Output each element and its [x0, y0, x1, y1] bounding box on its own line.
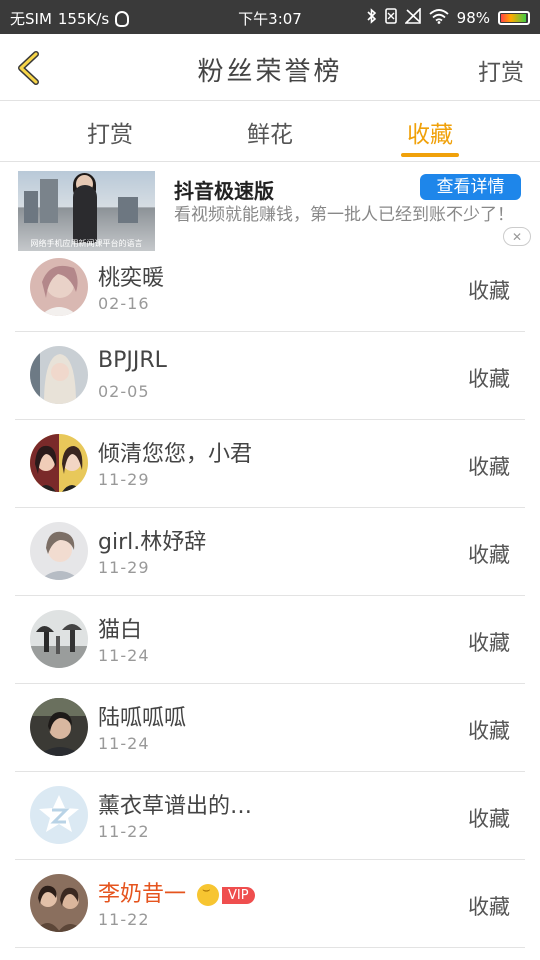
list-item[interactable]: 桃奕暖 02-16 收藏	[0, 244, 540, 332]
tip-button[interactable]: 打赏	[478, 53, 524, 87]
battery-icon	[498, 11, 530, 25]
tab-favorites[interactable]: 收藏	[370, 115, 490, 149]
ad-thumbnail[interactable]: 网络手机应用新闻课平台的语言	[18, 171, 155, 251]
fan-name: BPJJRL	[98, 348, 167, 373]
fan-name: 倾清您您，小君	[98, 442, 253, 467]
ad-banner[interactable]: 网络手机应用新闻课平台的语言 抖音极速版 看视频就能赚钱，第一批人已经到账不少了…	[0, 162, 540, 252]
favorite-label: 收藏	[468, 279, 510, 303]
no-sim-icon	[384, 8, 397, 28]
avatar[interactable]	[30, 346, 88, 404]
tab-bar: 打赏 鲜花 收藏	[0, 101, 540, 162]
fan-date: 02-16	[98, 294, 150, 313]
fan-name: 桃奕暖	[98, 266, 165, 291]
favorite-label: 收藏	[468, 367, 510, 391]
fan-list: 桃奕暖 02-16 收藏 BPJJRL 02-05 收藏 倾清您您，小君 11-…	[0, 244, 540, 948]
fan-date: 11-22	[98, 822, 150, 841]
tab-flowers[interactable]: 鲜花	[210, 115, 330, 149]
fan-name: 猫白	[98, 618, 143, 643]
header: 粉丝荣誉榜 打赏	[0, 34, 540, 101]
favorite-label: 收藏	[468, 631, 510, 655]
avatar[interactable]	[30, 698, 88, 756]
favorite-label: 收藏	[468, 455, 510, 479]
fan-date: 11-22	[98, 910, 150, 929]
muted-signal-icon	[403, 7, 421, 28]
favorite-label: 收藏	[468, 807, 510, 831]
fan-date: 11-29	[98, 470, 150, 489]
fan-name: 陆呱呱呱	[98, 706, 187, 731]
page-title: 粉丝荣誉榜	[197, 57, 343, 87]
crown-icon	[197, 883, 220, 906]
favorite-label: 收藏	[468, 895, 510, 919]
list-item[interactable]: 倾清您您，小君 11-29 收藏	[0, 420, 540, 508]
wifi-icon	[429, 8, 449, 28]
battery-percent: 98%	[456, 9, 490, 27]
list-item[interactable]: 李奶昔一 VIP 11-22 收藏	[0, 860, 540, 948]
avatar[interactable]	[30, 874, 88, 932]
avatar[interactable]	[30, 522, 88, 580]
fan-date: 11-24	[98, 734, 150, 753]
ad-details-button[interactable]: 查看详情	[420, 174, 521, 200]
favorite-label: 收藏	[468, 543, 510, 567]
fan-date: 11-29	[98, 558, 150, 577]
fan-name: 薰衣草谱出的…	[98, 794, 253, 819]
fan-name: girl.林妤辞	[98, 530, 207, 555]
list-item[interactable]: 陆呱呱呱 11-24 收藏	[0, 684, 540, 772]
list-item[interactable]: BPJJRL 02-05 收藏	[0, 332, 540, 420]
avatar[interactable]	[30, 258, 88, 316]
fan-date: 02-05	[98, 382, 150, 401]
bluetooth-icon	[367, 8, 377, 28]
favorite-label: 收藏	[468, 719, 510, 743]
avatar[interactable]	[30, 434, 88, 492]
ad-description: 看视频就能赚钱，第一批人已经到账不少了！	[174, 205, 514, 225]
list-item[interactable]: 薰衣草谱出的… 11-22 收藏	[0, 772, 540, 860]
tab-tip[interactable]: 打赏	[50, 115, 170, 149]
avatar[interactable]	[30, 786, 88, 844]
list-item[interactable]: 猫白 11-24 收藏	[0, 596, 540, 684]
ad-title: 抖音极速版	[174, 179, 274, 203]
avatar[interactable]	[30, 610, 88, 668]
fan-name: 李奶昔一	[98, 882, 187, 907]
status-bar: 无SIM 155K/s 下午3:07 98%	[0, 0, 540, 34]
fan-date: 11-24	[98, 646, 150, 665]
vip-badge: VIP	[222, 886, 255, 904]
active-tab-indicator	[401, 153, 459, 157]
list-item[interactable]: girl.林妤辞 11-29 收藏	[0, 508, 540, 596]
